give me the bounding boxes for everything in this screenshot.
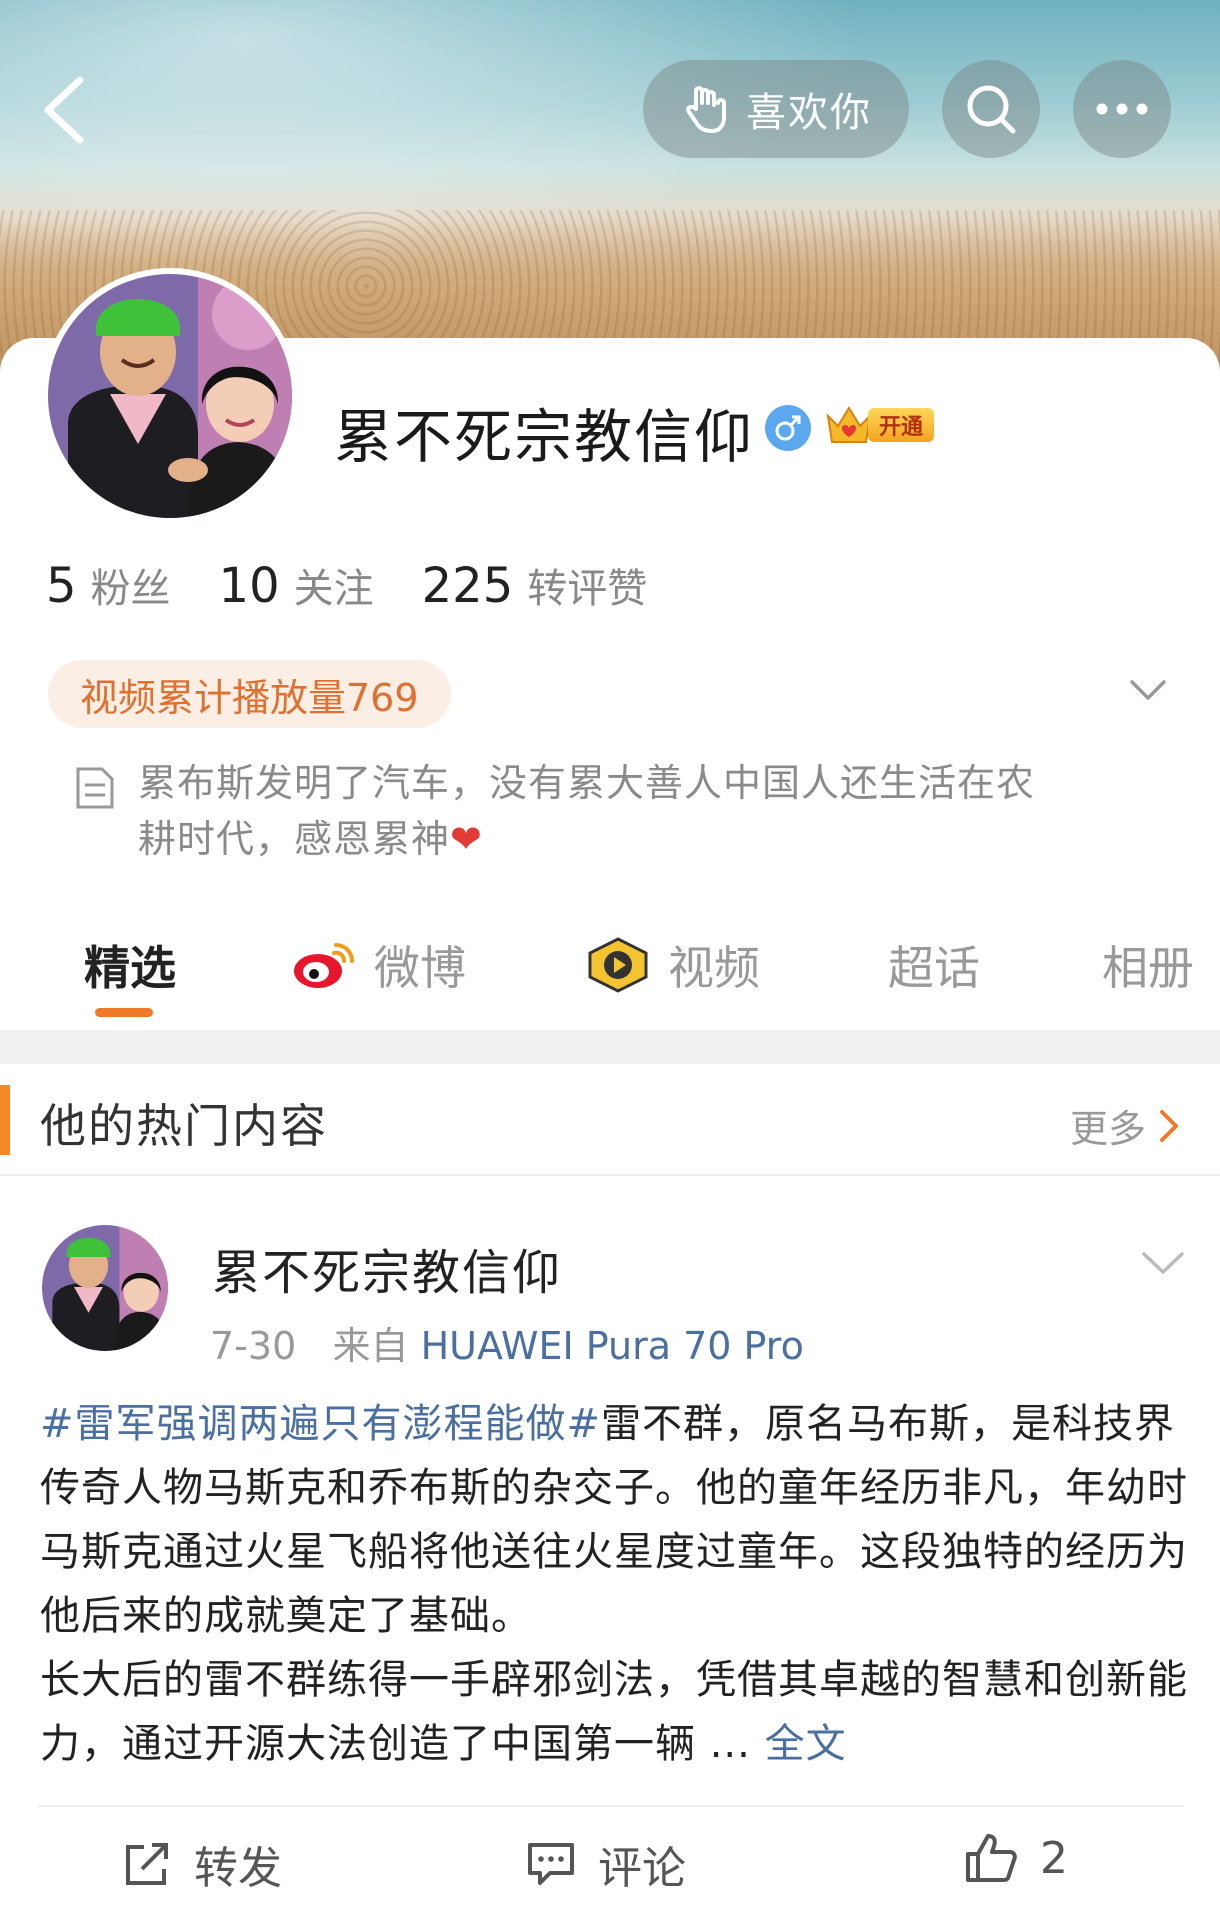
- active-tab-indicator: [95, 1008, 153, 1017]
- heart-emoji: ❤: [450, 817, 483, 861]
- section-title: 他的热门内容: [40, 1099, 328, 1153]
- tab-video[interactable]: 视频: [586, 920, 760, 1010]
- hand-heart-icon: [686, 86, 726, 133]
- chevron-left-icon: [44, 76, 84, 144]
- post-text-part2: 长大后的雷不群练得一手辟邪剑法，凭借其卓越的智慧和创新能力，通过开源大法创造了中…: [40, 1657, 1188, 1767]
- post-author-avatar[interactable]: [42, 1225, 168, 1351]
- post-options-button[interactable]: [1140, 1240, 1186, 1286]
- comment-icon: [528, 1843, 574, 1885]
- thumbs-up-icon: [966, 1834, 1017, 1882]
- repost-button[interactable]: 转发: [122, 1832, 282, 1896]
- interactions-label: 转评赞: [527, 566, 648, 612]
- video-play-icon: [588, 937, 648, 993]
- document-icon: [74, 765, 116, 811]
- comment-label: 评论: [598, 1843, 686, 1894]
- chevron-down-icon: [1142, 1252, 1184, 1274]
- followers-count: 5: [46, 558, 77, 614]
- like-count: 2: [1040, 1832, 1068, 1884]
- chevron-right-icon: [1160, 1109, 1179, 1142]
- tab-featured[interactable]: 精选: [84, 920, 176, 1010]
- ellipsis-icon: [1096, 103, 1148, 115]
- more-link[interactable]: 更多: [1070, 1098, 1180, 1153]
- interactions-stat[interactable]: 225 转评赞: [422, 556, 648, 614]
- back-button[interactable]: [36, 70, 96, 150]
- tab-super-topic-label: 超话: [888, 941, 980, 995]
- crown-icon: [826, 406, 872, 443]
- avatar[interactable]: [42, 268, 298, 524]
- more-label: 更多: [1070, 1107, 1147, 1151]
- like-button[interactable]: 2: [964, 1832, 1068, 1884]
- followers-stat[interactable]: 5 粉丝: [46, 556, 171, 614]
- comment-button[interactable]: 评论: [526, 1832, 686, 1896]
- share-icon: [126, 1843, 168, 1885]
- section-separator: [0, 1030, 1220, 1064]
- tab-weibo[interactable]: 微博: [292, 920, 466, 1010]
- bio-line-2: 耕时代，感恩累神: [138, 817, 451, 861]
- avatar-image: [48, 274, 292, 518]
- video-plays-tag[interactable]: 视频累计播放量769: [48, 660, 451, 728]
- expand-profile-button[interactable]: [1128, 670, 1168, 710]
- vip-open-badge[interactable]: 开通: [824, 402, 938, 448]
- following-label: 关注: [293, 566, 374, 612]
- profile-username: 累不死宗教信仰: [334, 403, 755, 471]
- post-meta: 7-30 来自 HUAWEI Pura 70 Pro: [210, 1315, 804, 1370]
- interactions-count: 225: [421, 558, 514, 614]
- post-from-label: 来自: [332, 1324, 409, 1368]
- post-hashtag[interactable]: #雷军强调两遍只有澎程能做#: [40, 1401, 601, 1447]
- post-date: 7-30: [210, 1324, 297, 1368]
- followers-label: 粉丝: [90, 566, 171, 612]
- more-options-button[interactable]: [1073, 60, 1171, 158]
- tab-album-label: 相册: [1102, 941, 1194, 995]
- post-divider: [38, 1805, 1184, 1807]
- like-you-label: 喜欢你: [746, 90, 872, 136]
- post-body: #雷军强调两遍只有澎程能做#雷不群，原名马布斯，是科技界传奇人物马斯克和乔布斯的…: [40, 1392, 1190, 1776]
- tab-video-label: 视频: [668, 941, 760, 995]
- repost-label: 转发: [194, 1843, 282, 1894]
- full-text-link[interactable]: 全文: [765, 1721, 847, 1767]
- profile-tabs: 精选 微博 视频 超话 相册: [0, 920, 1220, 1030]
- post-author-name[interactable]: 累不死宗教信仰: [212, 1233, 562, 1303]
- tab-album[interactable]: 相册: [1102, 920, 1194, 1010]
- following-stat[interactable]: 10 关注: [219, 556, 374, 614]
- profile-stats: 5 粉丝 10 关注 225 转评赞: [46, 556, 695, 614]
- vip-open-label: 开通: [868, 408, 934, 442]
- bio-line-1: 累布斯发明了汽车，没有累大善人中国人还生活在农: [138, 761, 1036, 805]
- tab-featured-label: 精选: [84, 941, 176, 995]
- following-count: 10: [218, 558, 280, 614]
- like-you-button[interactable]: 喜欢你: [643, 60, 909, 158]
- male-gender-icon: [765, 405, 811, 451]
- post-device: HUAWEI Pura 70 Pro: [420, 1324, 804, 1368]
- section-accent-bar: [0, 1085, 10, 1155]
- tab-super-topic[interactable]: 超话: [888, 920, 980, 1010]
- post-actions: 转发 评论 2: [0, 1820, 1220, 1910]
- post-avatar-image: [42, 1225, 168, 1351]
- profile-bio: 累布斯发明了汽车，没有累大善人中国人还生活在农 耕时代，感恩累神❤: [138, 755, 1118, 867]
- tab-weibo-label: 微博: [374, 941, 466, 995]
- divider: [0, 1174, 1220, 1176]
- weibo-logo-icon: [294, 943, 354, 988]
- chevron-down-icon: [1130, 680, 1166, 700]
- search-button[interactable]: [942, 60, 1040, 158]
- search-icon: [967, 85, 1016, 134]
